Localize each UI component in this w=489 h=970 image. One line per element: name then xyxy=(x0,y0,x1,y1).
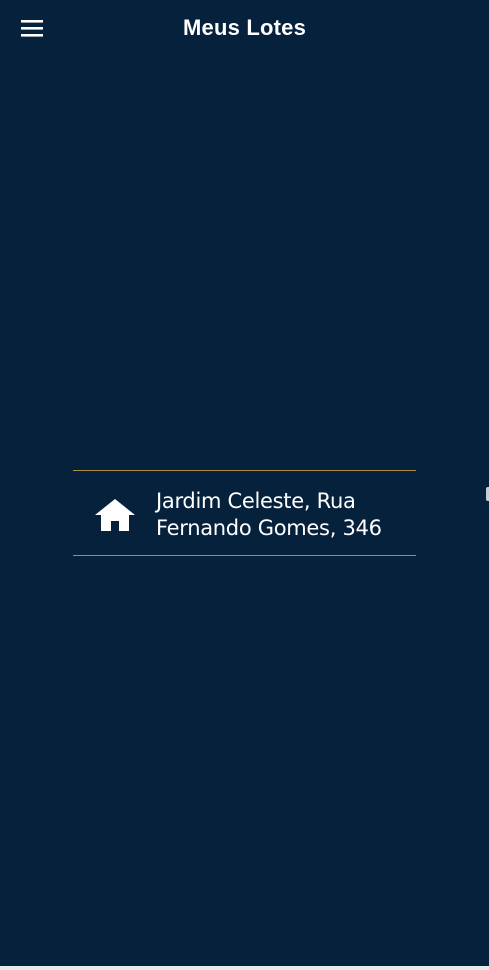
home-icon xyxy=(93,495,137,535)
app-bar: Meus Lotes xyxy=(0,0,489,58)
page-title: Meus Lotes xyxy=(182,15,307,40)
bottom-bar xyxy=(0,966,489,970)
lot-list-item[interactable]: Jardim Celeste, Rua Fernando Gomes, 346 xyxy=(73,470,416,556)
lot-address: Jardim Celeste, Rua Fernando Gomes, 346 xyxy=(156,489,382,540)
